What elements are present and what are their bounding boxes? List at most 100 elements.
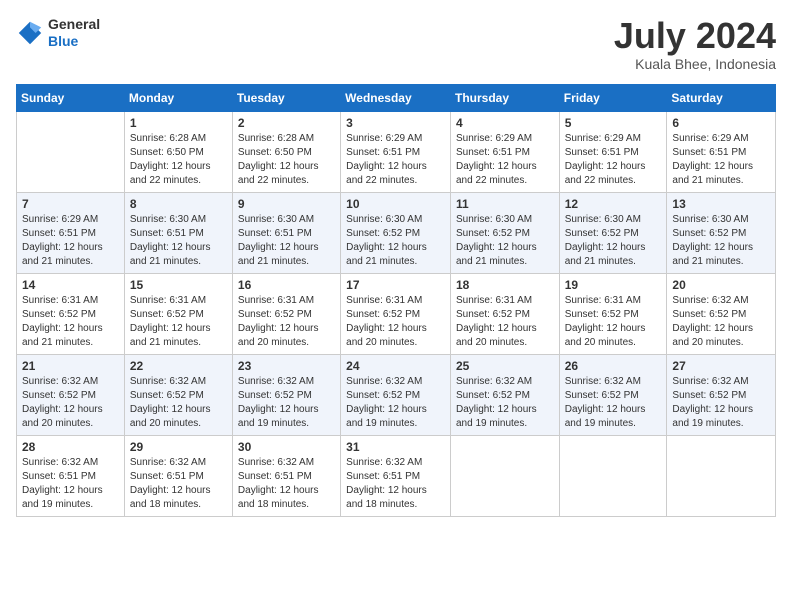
column-headers: SundayMondayTuesdayWednesdayThursdayFrid…	[17, 84, 776, 111]
day-cell: 6 Sunrise: 6:29 AM Sunset: 6:51 PM Daylig…	[667, 111, 776, 192]
day-info: Sunrise: 6:29 AM Sunset: 6:51 PM Dayligh…	[22, 213, 119, 269]
day-info: Sunrise: 6:31 AM Sunset: 6:52 PM Dayligh…	[22, 294, 119, 350]
day-number: 9	[238, 197, 335, 211]
day-info: Sunrise: 6:32 AM Sunset: 6:52 PM Dayligh…	[672, 294, 770, 350]
day-info: Sunrise: 6:32 AM Sunset: 6:52 PM Dayligh…	[238, 375, 335, 431]
calendar-table: SundayMondayTuesdayWednesdayThursdayFrid…	[16, 84, 776, 517]
day-cell: 10Sunrise: 6:30 AM Sunset: 6:52 PM Dayli…	[341, 192, 451, 273]
day-cell: 30 Sunrise: 6:32 AM Sunset: 6:51 PM Dayli…	[232, 435, 340, 516]
day-cell: 17Sunrise: 6:31 AM Sunset: 6:52 PM Dayli…	[341, 273, 451, 354]
day-number: 26	[565, 359, 662, 373]
day-info: Sunrise: 6:29 AM Sunset: 6:51 PM Dayligh…	[672, 132, 770, 188]
day-cell: 21Sunrise: 6:32 AM Sunset: 6:52 PM Dayli…	[17, 354, 125, 435]
day-info: Sunrise: 6:30 AM Sunset: 6:51 PM Dayligh…	[130, 213, 227, 269]
day-cell: 19 Sunrise: 6:31 AM Sunset: 6:52 PM Dayli…	[559, 273, 667, 354]
day-cell: 3 Sunrise: 6:29 AM Sunset: 6:51 PM Daylig…	[341, 111, 451, 192]
col-header-saturday: Saturday	[667, 84, 776, 111]
day-number: 23	[238, 359, 335, 373]
day-cell: 16 Sunrise: 6:31 AM Sunset: 6:52 PM Dayli…	[232, 273, 340, 354]
day-number: 3	[346, 116, 445, 130]
day-cell	[17, 111, 125, 192]
day-info: Sunrise: 6:29 AM Sunset: 6:51 PM Dayligh…	[346, 132, 445, 188]
day-cell: 29Sunrise: 6:32 AM Sunset: 6:51 PM Dayli…	[124, 435, 232, 516]
col-header-sunday: Sunday	[17, 84, 125, 111]
day-number: 14	[22, 278, 119, 292]
day-cell: 14 Sunrise: 6:31 AM Sunset: 6:52 PM Dayli…	[17, 273, 125, 354]
day-info: Sunrise: 6:32 AM Sunset: 6:52 PM Dayligh…	[130, 375, 227, 431]
day-cell: 22 Sunrise: 6:32 AM Sunset: 6:52 PM Dayli…	[124, 354, 232, 435]
day-number: 5	[565, 116, 662, 130]
day-info: Sunrise: 6:32 AM Sunset: 6:52 PM Dayligh…	[565, 375, 662, 431]
day-info: Sunrise: 6:32 AM Sunset: 6:51 PM Dayligh…	[346, 456, 445, 512]
day-info: Sunrise: 6:32 AM Sunset: 6:51 PM Dayligh…	[238, 456, 335, 512]
day-info: Sunrise: 6:30 AM Sunset: 6:52 PM Dayligh…	[346, 213, 445, 269]
day-info: Sunrise: 6:31 AM Sunset: 6:52 PM Dayligh…	[565, 294, 662, 350]
day-number: 6	[672, 116, 770, 130]
day-info: Sunrise: 6:32 AM Sunset: 6:52 PM Dayligh…	[456, 375, 554, 431]
day-info: Sunrise: 6:32 AM Sunset: 6:52 PM Dayligh…	[346, 375, 445, 431]
day-cell	[559, 435, 667, 516]
week-row-2: 7 Sunrise: 6:29 AM Sunset: 6:51 PM Daylig…	[17, 192, 776, 273]
location-subtitle: Kuala Bhee, Indonesia	[614, 56, 776, 72]
day-cell: 9 Sunrise: 6:30 AM Sunset: 6:51 PM Daylig…	[232, 192, 340, 273]
day-cell: 11 Sunrise: 6:30 AM Sunset: 6:52 PM Dayli…	[450, 192, 559, 273]
day-number: 27	[672, 359, 770, 373]
logo-blue: Blue	[48, 33, 100, 50]
day-cell: 7 Sunrise: 6:29 AM Sunset: 6:51 PM Daylig…	[17, 192, 125, 273]
day-cell: 25 Sunrise: 6:32 AM Sunset: 6:52 PM Dayli…	[450, 354, 559, 435]
day-cell: 24 Sunrise: 6:32 AM Sunset: 6:52 PM Dayli…	[341, 354, 451, 435]
logo-text: General Blue	[48, 16, 100, 50]
day-cell: 4Sunrise: 6:29 AM Sunset: 6:51 PM Daylig…	[450, 111, 559, 192]
day-cell: 2 Sunrise: 6:28 AM Sunset: 6:50 PM Daylig…	[232, 111, 340, 192]
day-info: Sunrise: 6:30 AM Sunset: 6:52 PM Dayligh…	[456, 213, 554, 269]
title-block: July 2024 Kuala Bhee, Indonesia	[614, 16, 776, 72]
day-cell: 1Sunrise: 6:28 AM Sunset: 6:50 PM Daylig…	[124, 111, 232, 192]
day-number: 28	[22, 440, 119, 454]
day-number: 22	[130, 359, 227, 373]
col-header-tuesday: Tuesday	[232, 84, 340, 111]
day-cell: 23 Sunrise: 6:32 AM Sunset: 6:52 PM Dayli…	[232, 354, 340, 435]
day-info: Sunrise: 6:31 AM Sunset: 6:52 PM Dayligh…	[346, 294, 445, 350]
day-info: Sunrise: 6:32 AM Sunset: 6:51 PM Dayligh…	[22, 456, 119, 512]
logo: General Blue	[16, 16, 100, 50]
col-header-friday: Friday	[559, 84, 667, 111]
month-year-title: July 2024	[614, 16, 776, 56]
day-number: 18	[456, 278, 554, 292]
day-cell: 31Sunrise: 6:32 AM Sunset: 6:51 PM Dayli…	[341, 435, 451, 516]
day-cell	[450, 435, 559, 516]
logo-icon	[16, 19, 44, 47]
day-info: Sunrise: 6:28 AM Sunset: 6:50 PM Dayligh…	[238, 132, 335, 188]
day-number: 8	[130, 197, 227, 211]
day-info: Sunrise: 6:30 AM Sunset: 6:52 PM Dayligh…	[672, 213, 770, 269]
day-number: 2	[238, 116, 335, 130]
day-cell	[667, 435, 776, 516]
day-number: 4	[456, 116, 554, 130]
day-info: Sunrise: 6:30 AM Sunset: 6:51 PM Dayligh…	[238, 213, 335, 269]
day-cell: 26 Sunrise: 6:32 AM Sunset: 6:52 PM Dayli…	[559, 354, 667, 435]
day-info: Sunrise: 6:32 AM Sunset: 6:52 PM Dayligh…	[672, 375, 770, 431]
day-number: 25	[456, 359, 554, 373]
day-number: 16	[238, 278, 335, 292]
day-cell: 5 Sunrise: 6:29 AM Sunset: 6:51 PM Daylig…	[559, 111, 667, 192]
day-cell: 12Sunrise: 6:30 AM Sunset: 6:52 PM Dayli…	[559, 192, 667, 273]
day-info: Sunrise: 6:31 AM Sunset: 6:52 PM Dayligh…	[456, 294, 554, 350]
day-number: 29	[130, 440, 227, 454]
day-number: 13	[672, 197, 770, 211]
day-info: Sunrise: 6:29 AM Sunset: 6:51 PM Dayligh…	[565, 132, 662, 188]
day-cell: 18 Sunrise: 6:31 AM Sunset: 6:52 PM Dayli…	[450, 273, 559, 354]
day-cell: 8 Sunrise: 6:30 AM Sunset: 6:51 PM Daylig…	[124, 192, 232, 273]
day-number: 15	[130, 278, 227, 292]
week-row-3: 14 Sunrise: 6:31 AM Sunset: 6:52 PM Dayli…	[17, 273, 776, 354]
day-number: 1	[130, 116, 227, 130]
day-number: 24	[346, 359, 445, 373]
day-info: Sunrise: 6:31 AM Sunset: 6:52 PM Dayligh…	[238, 294, 335, 350]
col-header-monday: Monday	[124, 84, 232, 111]
week-row-1: 1 Sunrise: 6:28 AM Sunset: 6:50 PM Daylig…	[17, 111, 776, 192]
day-number: 7	[22, 197, 119, 211]
day-cell: 28 Sunrise: 6:32 AM Sunset: 6:51 PM Dayli…	[17, 435, 125, 516]
logo-general: General	[48, 16, 100, 33]
day-cell: 20Sunrise: 6:32 AM Sunset: 6:52 PM Dayli…	[667, 273, 776, 354]
day-number: 11	[456, 197, 554, 211]
day-number: 19	[565, 278, 662, 292]
day-number: 30	[238, 440, 335, 454]
